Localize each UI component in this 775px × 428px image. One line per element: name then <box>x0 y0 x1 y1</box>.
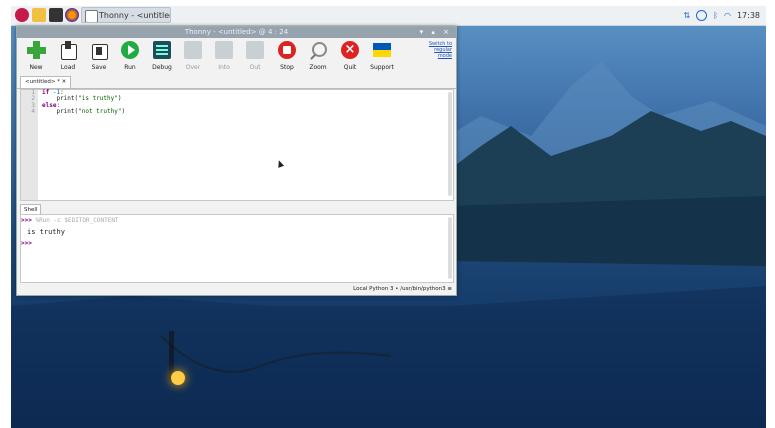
load-icon <box>59 41 77 60</box>
update-icon[interactable] <box>696 10 708 21</box>
taskbar-thonny-task[interactable]: Thonny - <untitled> <box>81 7 171 23</box>
shell-output: is truthy <box>27 228 65 236</box>
taskbar: Thonny - <untitled> ⇅ ᛒ ◠ 17:38 <box>11 6 766 26</box>
step-out-icon <box>246 41 264 59</box>
shell-run-line: >>> %Run -c $EDITOR_CONTENT <box>21 217 119 224</box>
ukraine-flag-icon <box>373 43 391 57</box>
code-line-4: print("not truthy") <box>42 107 126 115</box>
network-transfer-icon[interactable]: ⇅ <box>683 11 690 20</box>
new-plus-icon <box>27 41 46 59</box>
save-icon <box>90 41 108 60</box>
run-icon <box>121 41 139 59</box>
load-button[interactable]: Load <box>53 41 83 74</box>
code-text[interactable]: if -1: print("is truthy") else: print("n… <box>42 89 126 115</box>
toolbar: New Load Save Run Debug Over Into Out St… <box>17 38 456 74</box>
shell-panel[interactable]: >>> %Run -c $EDITOR_CONTENT is truthy >>… <box>20 214 454 283</box>
save-button[interactable]: Save <box>84 41 114 74</box>
zoom-icon <box>309 41 327 60</box>
editor-tab-untitled[interactable]: <untitled> * ✕ <box>20 76 72 88</box>
bluetooth-icon[interactable]: ᛒ <box>713 11 718 20</box>
interpreter-selector[interactable]: Local Python 3 • /usr/bin/python3 ≡ <box>353 286 452 292</box>
quit-button[interactable]: × Quit <box>335 41 365 74</box>
shell-scrollbar[interactable] <box>448 217 452 279</box>
window-controls[interactable]: ▾ ▴ × <box>420 27 452 38</box>
thonny-icon <box>85 10 98 22</box>
system-tray: ⇅ ᛒ ◠ 17:38 <box>683 6 760 25</box>
step-over-button[interactable]: Over <box>178 41 208 74</box>
thonny-window: Thonny - <untitled> @ 4 : 24 ▾ ▴ × New L… <box>16 26 457 296</box>
debug-icon <box>153 41 171 59</box>
clock[interactable]: 17:38 <box>737 11 760 20</box>
wifi-icon[interactable]: ◠ <box>724 11 731 20</box>
step-out-button[interactable]: Out <box>240 41 270 74</box>
file-manager-icon[interactable] <box>32 8 46 22</box>
browser-icon[interactable] <box>65 8 79 22</box>
window-title: Thonny - <untitled> @ 4 : 24 <box>184 28 289 36</box>
switch-mode-link[interactable]: Switch to regular mode <box>422 41 452 59</box>
support-button[interactable]: Support <box>367 41 397 74</box>
taskbar-task-label: Thonny - <untitled> <box>99 11 170 20</box>
new-button[interactable]: New <box>21 41 51 74</box>
editor-scrollbar[interactable] <box>448 92 452 196</box>
zoom-button[interactable]: Zoom <box>303 41 333 74</box>
raspberry-icon[interactable] <box>15 8 29 22</box>
status-bar: Local Python 3 • /usr/bin/python3 ≡ <box>17 283 456 295</box>
stop-button[interactable]: Stop <box>272 41 302 74</box>
lantern-glow <box>171 371 185 385</box>
debug-button[interactable]: Debug <box>147 41 177 74</box>
step-over-icon <box>184 41 202 59</box>
code-editor[interactable]: 1 2 3 4 if -1: print("is truthy") else: … <box>20 89 454 201</box>
stop-icon <box>278 41 296 59</box>
quit-icon: × <box>341 41 359 59</box>
window-titlebar[interactable]: Thonny - <untitled> @ 4 : 24 ▾ ▴ × <box>17 27 456 38</box>
line-number-gutter: 1 2 3 4 <box>21 89 38 200</box>
editor-tabbar: <untitled> * ✕ <box>17 76 456 89</box>
step-into-button[interactable]: Into <box>209 41 239 74</box>
step-into-icon <box>215 41 233 59</box>
shell-prompt-line[interactable]: >>> <box>21 240 453 247</box>
terminal-icon[interactable] <box>49 8 63 22</box>
run-button[interactable]: Run <box>115 41 145 74</box>
